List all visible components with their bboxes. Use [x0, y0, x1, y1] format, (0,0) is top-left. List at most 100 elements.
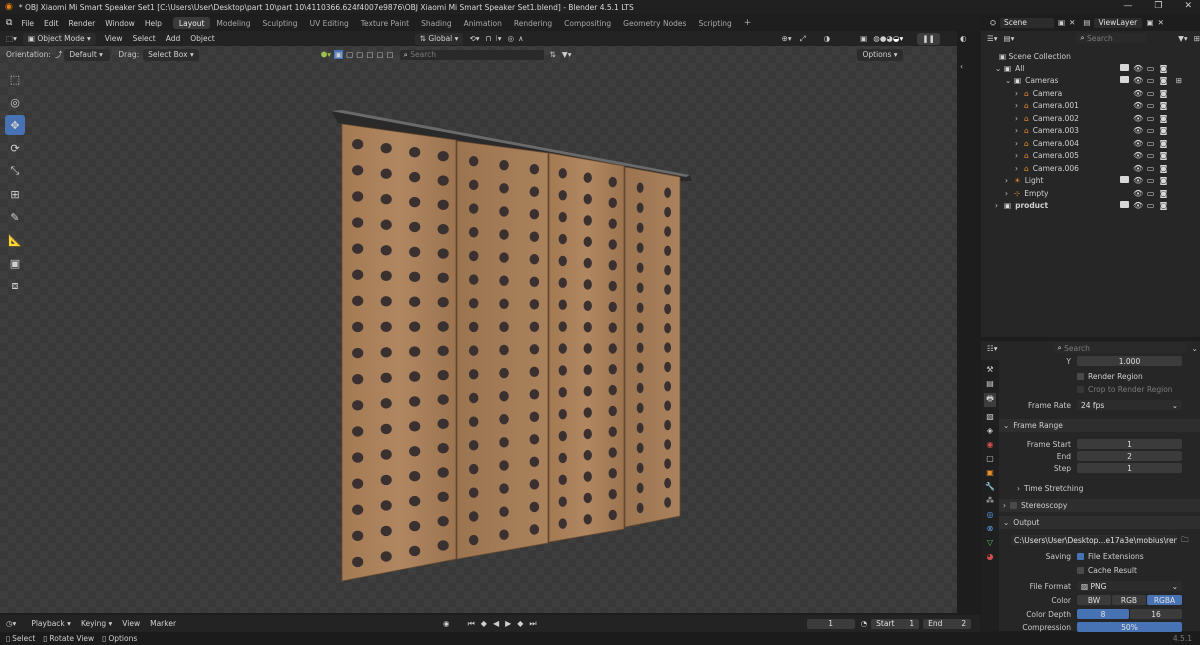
collapse-icon[interactable]: › [1015, 151, 1024, 160]
physics-tab-icon[interactable]: ◎ [987, 510, 994, 519]
select-mode-6-icon[interactable]: ▢ [387, 50, 394, 59]
exclude-checkbox[interactable] [1120, 176, 1129, 185]
annotate-tool-icon[interactable]: ✎ [5, 207, 25, 227]
frame-start-field[interactable]: 1 [1077, 439, 1182, 449]
render-camera-icon[interactable]: ◙ [1159, 139, 1168, 148]
color-bw-button[interactable]: BW [1077, 595, 1111, 605]
maximize-icon[interactable]: ❐ [1154, 1, 1162, 11]
outliner-item[interactable]: › ▣ product 👁 ▭ ◙ [981, 200, 1200, 212]
select-mode-4-icon[interactable]: ▢ [366, 50, 373, 59]
color-depth-8-button[interactable]: 8 [1077, 609, 1129, 619]
outliner-search-input[interactable]: ⌕ Search [1076, 33, 1147, 43]
exclude-checkbox[interactable] [1120, 201, 1129, 210]
material-tab-icon[interactable]: ◕ [987, 552, 994, 561]
render-camera-icon[interactable]: ◙ [1159, 76, 1168, 85]
outliner-item[interactable]: › ⊹ Empty 👁 ▭ ◙ [981, 187, 1200, 199]
expand-icon[interactable]: ⌄ [995, 64, 1004, 73]
modifier-tab-icon[interactable]: 🔧 [985, 482, 995, 491]
collapse-sidebar-icon[interactable]: ‹ [960, 62, 963, 71]
falloff-icon[interactable]: ∧ [518, 34, 524, 43]
folder-icon[interactable]: 🗀 [1181, 534, 1189, 547]
tab-animation[interactable]: Animation [458, 17, 508, 29]
properties-editor-icon[interactable]: ☷▾ [987, 344, 998, 353]
output-tab-icon[interactable]: 🖶 [984, 393, 996, 407]
exclude-checkbox[interactable] [1120, 114, 1129, 123]
exclude-checkbox[interactable] [1120, 89, 1129, 98]
compression-slider[interactable]: 50% [1077, 622, 1182, 632]
frame-rate-dropdown[interactable]: 24 fps ⌄ [1077, 400, 1182, 410]
render-camera-icon[interactable]: ◙ [1159, 101, 1168, 110]
menu-file[interactable]: File [16, 19, 39, 28]
collapse-icon[interactable]: › [1015, 114, 1024, 123]
move-tool-icon[interactable]: ✥ [5, 115, 25, 135]
outliner-item[interactable]: › ⌂ Camera.001 👁 ▭ ◙ [981, 100, 1200, 112]
collection-tab-icon[interactable]: ▢ [986, 454, 994, 463]
outliner-item[interactable]: › ⌂ Camera.002 👁 ▭ ◙ [981, 112, 1200, 124]
pause-render-button[interactable]: ❚❚ [917, 32, 940, 45]
menu-window[interactable]: Window [100, 19, 140, 28]
visibility-eye-icon[interactable]: 👁 [1133, 101, 1143, 110]
current-frame-field[interactable]: 1 [806, 618, 855, 629]
color-rgb-button[interactable]: RGB [1112, 595, 1146, 605]
add-object-tool-icon[interactable]: ⧈ [5, 276, 25, 296]
constraints-tab-icon[interactable]: ⊗ [987, 524, 994, 533]
visibility-eye-icon[interactable]: 👁 [1133, 176, 1143, 185]
visibility-eye-icon[interactable]: 👁 [1133, 189, 1143, 198]
keying-menu[interactable]: Keying ▾ [76, 619, 117, 628]
gizmo-icon[interactable]: ⤢ [800, 34, 806, 44]
collapse-icon[interactable]: › [995, 201, 1004, 210]
new-scene-icon[interactable]: ▣ [1058, 18, 1065, 27]
collapse-icon[interactable]: › [1015, 101, 1024, 110]
visibility-eye-icon[interactable]: 👁 [1133, 139, 1143, 148]
orientation-dropdown[interactable]: Default ▾ [64, 48, 111, 61]
visibility-eye-icon[interactable]: 👁 [1133, 151, 1143, 160]
viewport-disable-icon[interactable]: ▭ [1146, 101, 1155, 110]
output-path-field[interactable]: C:\Users\User\Desktop...e17a3e\mobius\re… [1011, 535, 1177, 545]
render-camera-icon[interactable]: ◙ [1159, 176, 1168, 185]
viewport-menu-object[interactable]: Object [185, 34, 219, 43]
color-depth-16-button[interactable]: 16 [1130, 609, 1182, 619]
visibility-eye-icon[interactable]: 👁 [1133, 76, 1143, 85]
mode-dropdown[interactable]: ▣ Object Mode ▾ [22, 32, 96, 45]
jump-end-icon[interactable]: ⏭ [529, 619, 536, 629]
viewport-menu-add[interactable]: Add [161, 34, 186, 43]
tab-scripting[interactable]: Scripting [692, 17, 737, 29]
viewport-disable-icon[interactable]: ▭ [1146, 139, 1155, 148]
select-mode-5-icon[interactable]: ▢ [376, 50, 383, 59]
display-mode-icon[interactable]: ▤▾ [1004, 34, 1015, 43]
pivot-icon[interactable]: ⟲▾ [469, 34, 479, 43]
exclude-checkbox[interactable] [1120, 101, 1129, 110]
render-camera-icon[interactable]: ◙ [1159, 189, 1168, 198]
add-cube-tool-icon[interactable]: ▣ [5, 253, 25, 273]
menu-edit[interactable]: Edit [39, 19, 64, 28]
outliner-editor-icon[interactable]: ☰▾ [987, 34, 998, 43]
delete-scene-icon[interactable]: ✕ [1069, 18, 1075, 27]
next-keyframe-icon[interactable]: ◆ [517, 619, 523, 628]
particles-tab-icon[interactable]: ⁂ [986, 496, 994, 505]
viewport-menu-select[interactable]: Select [128, 34, 161, 43]
file-format-dropdown[interactable]: ▨ PNG ⌄ [1077, 581, 1182, 591]
render-tab-icon[interactable]: ▤ [986, 379, 994, 388]
viewport-search-input[interactable]: ⌕ Search [399, 49, 544, 60]
exclude-checkbox[interactable] [1120, 126, 1129, 135]
y-field[interactable]: 1.000 [1077, 356, 1182, 366]
visibility-eye-icon[interactable]: 👁 [1133, 114, 1143, 123]
viewport-nav-icon[interactable]: ◐ [960, 34, 967, 43]
exclude-checkbox[interactable] [1120, 189, 1129, 198]
play-reverse-icon[interactable]: ◀ [493, 619, 499, 628]
snap-target-icon[interactable]: ⁝▾ [495, 34, 501, 43]
crop-region-checkbox[interactable] [1077, 385, 1084, 393]
collapse-icon[interactable]: › [1015, 126, 1024, 135]
select-box-icon[interactable]: ▣ [334, 50, 344, 59]
rotate-tool-icon[interactable]: ⟳ [5, 138, 25, 158]
scene-tab-icon[interactable]: ◈ [987, 426, 993, 435]
start-frame-field[interactable]: Start 1 [871, 618, 920, 629]
render-camera-icon[interactable]: ◙ [1159, 126, 1168, 135]
overlay-icon[interactable]: ◑ [824, 34, 831, 43]
measure-tool-icon[interactable]: 📐 [5, 230, 25, 250]
sort-icon[interactable]: ⇅ [550, 50, 556, 59]
new-collection-icon[interactable]: ⊞ [1194, 34, 1200, 43]
tab-layout[interactable]: Layout [172, 17, 211, 29]
properties-options-icon[interactable]: ⌄ [1192, 344, 1198, 353]
drag-dropdown[interactable]: Select Box ▾ [143, 48, 199, 61]
